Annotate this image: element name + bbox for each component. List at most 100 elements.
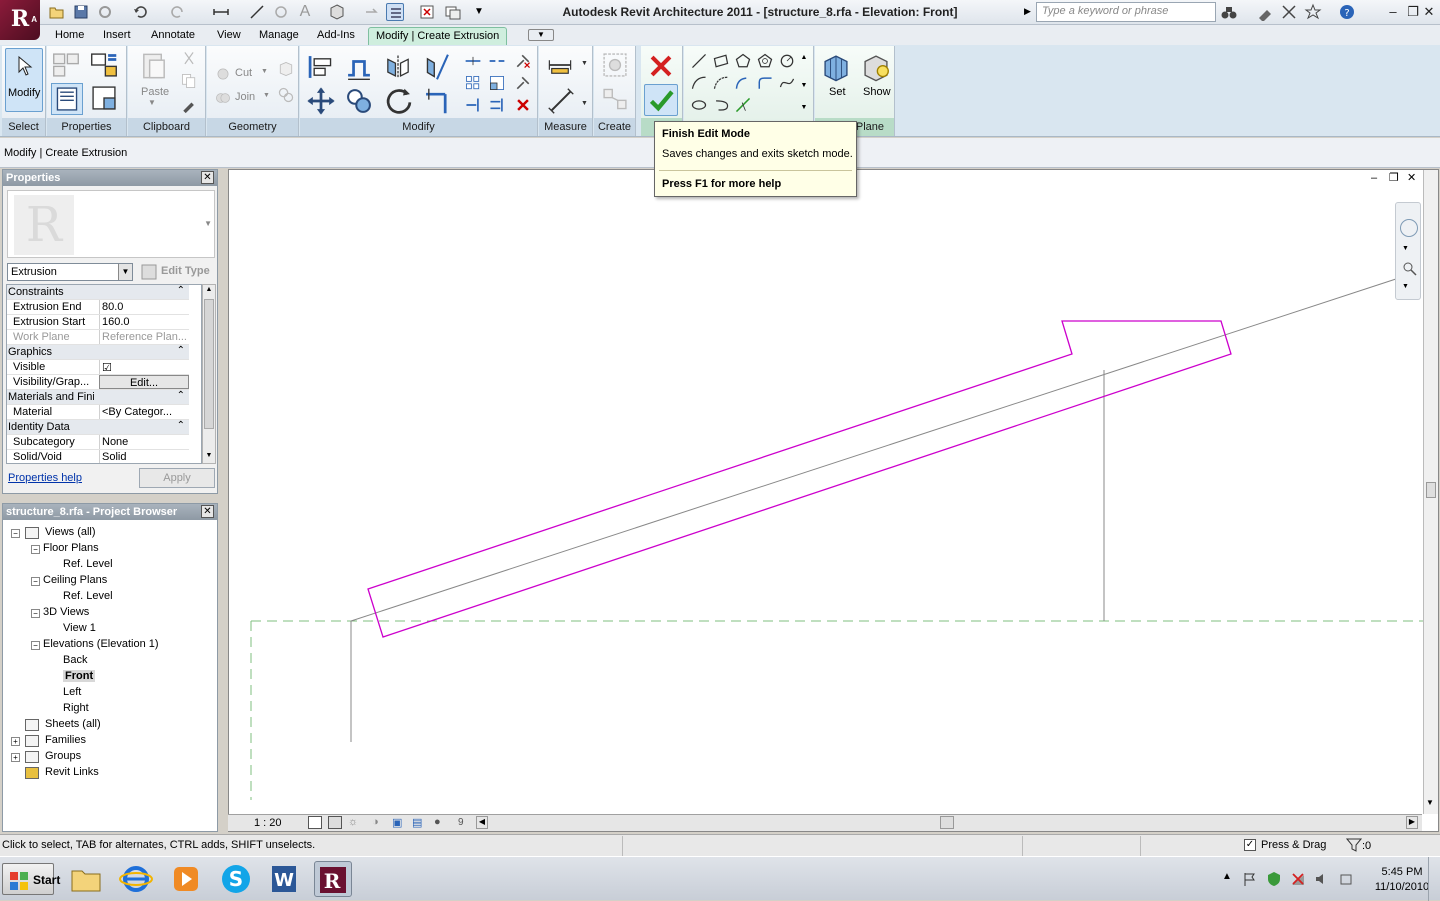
scroll-up-icon[interactable]: ▲ bbox=[204, 286, 214, 296]
sync-icon[interactable] bbox=[96, 3, 114, 21]
draw-line-icon[interactable] bbox=[690, 52, 708, 70]
modify-button[interactable]: Modify bbox=[5, 48, 43, 112]
paste-icon[interactable] bbox=[138, 50, 170, 86]
network-icon[interactable] bbox=[1290, 871, 1306, 887]
cut-label[interactable]: Cut bbox=[235, 67, 252, 79]
join-geometry-icon[interactable] bbox=[215, 90, 231, 106]
collapse-node-icon[interactable]: − bbox=[31, 609, 40, 618]
property-value[interactable]: ☑ bbox=[99, 360, 189, 374]
copy-icon[interactable] bbox=[180, 72, 198, 90]
qat-customize-icon[interactable]: ▼ bbox=[474, 3, 492, 21]
tab-home[interactable]: Home bbox=[48, 27, 91, 45]
draw-gallery-scroll-up-icon[interactable]: ▲ bbox=[798, 54, 810, 64]
unpin-icon[interactable] bbox=[514, 52, 532, 70]
vertical-scrollbar[interactable]: ▼ bbox=[1423, 170, 1438, 814]
property-value[interactable]: Reference Plan... bbox=[99, 330, 189, 344]
properties-scrollbar[interactable]: ▲ ▼ bbox=[202, 284, 216, 464]
draw-gallery-expand-icon[interactable]: ▼ bbox=[798, 104, 810, 114]
browser-node[interactable]: Elevations (Elevation 1) bbox=[43, 638, 159, 650]
browser-node[interactable]: Ceiling Plans bbox=[43, 574, 107, 586]
view-close-icon[interactable]: ✕ bbox=[1407, 171, 1416, 184]
show-work-plane-icon[interactable] bbox=[861, 52, 891, 82]
volume-icon[interactable] bbox=[1314, 871, 1330, 887]
wall-joins-icon[interactable] bbox=[277, 60, 295, 78]
browser-node[interactable]: View 1 bbox=[63, 622, 96, 634]
split-element-icon[interactable] bbox=[464, 52, 482, 70]
minimize-icon[interactable]: – bbox=[1384, 3, 1402, 21]
browser-node[interactable]: 3D Views bbox=[43, 606, 89, 618]
drawing-area[interactable]: – ❐ ✕ ▼ ▼ ▼ bbox=[228, 169, 1439, 832]
steering-wheel-icon[interactable] bbox=[1400, 219, 1418, 237]
search-input[interactable]: Type a keyword or phrase bbox=[1036, 2, 1216, 22]
type-dropdown[interactable]: Extrusion ▼ bbox=[7, 263, 133, 281]
type-preview-dropdown-icon[interactable]: ▼ bbox=[204, 219, 212, 228]
property-row[interactable]: Visible ☑ bbox=[7, 360, 189, 375]
property-value[interactable]: Solid bbox=[99, 450, 189, 463]
paste-dropdown-icon[interactable]: ▼ bbox=[148, 98, 156, 107]
property-value[interactable]: 160.0 bbox=[99, 315, 189, 329]
trim-extend-corner-icon[interactable] bbox=[422, 86, 452, 116]
help-icon[interactable]: ? bbox=[1338, 3, 1356, 21]
draw-fillet-arc-icon[interactable] bbox=[756, 74, 774, 92]
revit-taskbar-icon[interactable]: R bbox=[314, 861, 352, 897]
rotate-icon[interactable] bbox=[384, 86, 414, 116]
draw-polygon-icon[interactable] bbox=[734, 52, 752, 70]
property-group-header[interactable]: Identity Data ⌃ bbox=[7, 420, 189, 435]
view-minimize-icon[interactable]: – bbox=[1371, 172, 1377, 184]
split-with-gap-icon[interactable] bbox=[488, 52, 506, 70]
array-icon[interactable] bbox=[464, 74, 482, 92]
sun-path-icon[interactable]: ☼ bbox=[348, 816, 362, 829]
property-value[interactable]: 80.0 bbox=[99, 300, 189, 314]
microsoft-word-icon[interactable]: W bbox=[266, 861, 304, 897]
family-category-icon[interactable] bbox=[89, 50, 119, 80]
communication-center-icon[interactable] bbox=[1280, 3, 1298, 21]
tag-icon[interactable] bbox=[272, 3, 290, 21]
open-icon[interactable] bbox=[48, 3, 66, 21]
type-selector-preview[interactable]: R ▼ bbox=[7, 190, 215, 258]
file-explorer-icon[interactable] bbox=[68, 861, 106, 897]
collapse-group-icon[interactable]: ⌃ bbox=[177, 285, 185, 296]
draw-spline-icon[interactable] bbox=[778, 74, 796, 92]
measure-dropdown-icon[interactable]: ▼ bbox=[581, 60, 588, 67]
zoom-region-icon[interactable] bbox=[1400, 259, 1418, 277]
media-player-icon[interactable] bbox=[168, 861, 206, 897]
finish-edit-mode-icon[interactable] bbox=[644, 84, 678, 116]
vertical-scroll-thumb[interactable] bbox=[1426, 482, 1436, 498]
trim-extend-single-icon[interactable] bbox=[464, 96, 482, 114]
browser-node[interactable]: Ref. Level bbox=[63, 590, 113, 602]
shadows-icon[interactable]: ◑ bbox=[372, 816, 386, 829]
horizontal-scroll-thumb[interactable] bbox=[940, 816, 954, 829]
pin-icon[interactable] bbox=[514, 74, 532, 92]
power-icon[interactable] bbox=[1338, 871, 1354, 887]
cut-dropdown-icon[interactable]: ▼ bbox=[261, 68, 268, 75]
horizontal-scroll-left-icon[interactable]: ◀ bbox=[476, 816, 488, 829]
align-icon[interactable] bbox=[306, 52, 336, 82]
cut-geometry-icon[interactable] bbox=[215, 66, 231, 82]
draw-start-end-arc-icon[interactable] bbox=[690, 74, 708, 92]
scroll-down-icon[interactable]: ▼ bbox=[204, 452, 214, 462]
property-value[interactable]: None bbox=[99, 435, 189, 449]
crop-view-icon[interactable]: ▣ bbox=[392, 816, 406, 829]
family-types-icon[interactable] bbox=[51, 50, 81, 80]
subscription-center-icon[interactable] bbox=[1256, 3, 1274, 22]
horizontal-scroll-right-icon[interactable]: ▶ bbox=[1406, 816, 1418, 829]
filter-icon[interactable] bbox=[1345, 838, 1363, 852]
property-value[interactable]: <By Categor... bbox=[99, 405, 189, 419]
collapse-node-icon[interactable]: − bbox=[11, 529, 20, 538]
join-dropdown-icon[interactable]: ▼ bbox=[263, 92, 270, 99]
property-row[interactable]: Material <By Categor... bbox=[7, 405, 189, 420]
tab-view[interactable]: View bbox=[210, 27, 248, 45]
collapse-group-icon[interactable]: ⌃ bbox=[177, 345, 185, 356]
draw-circle-icon[interactable] bbox=[778, 52, 796, 70]
internet-explorer-icon[interactable] bbox=[118, 861, 156, 897]
draw-partial-ellipse-icon[interactable] bbox=[712, 96, 730, 114]
browser-node[interactable]: Right bbox=[63, 702, 89, 714]
delete-icon[interactable] bbox=[514, 96, 532, 114]
sloped-reference-line[interactable] bbox=[350, 277, 1400, 622]
browser-node[interactable]: Groups bbox=[45, 750, 81, 762]
expand-node-icon[interactable]: + bbox=[11, 753, 20, 762]
save-icon[interactable] bbox=[72, 3, 90, 21]
measure-between-references-icon[interactable] bbox=[543, 52, 577, 78]
temporary-hide-isolate-icon[interactable]: ● bbox=[434, 816, 448, 829]
browser-node[interactable]: Sheets (all) bbox=[45, 718, 101, 730]
